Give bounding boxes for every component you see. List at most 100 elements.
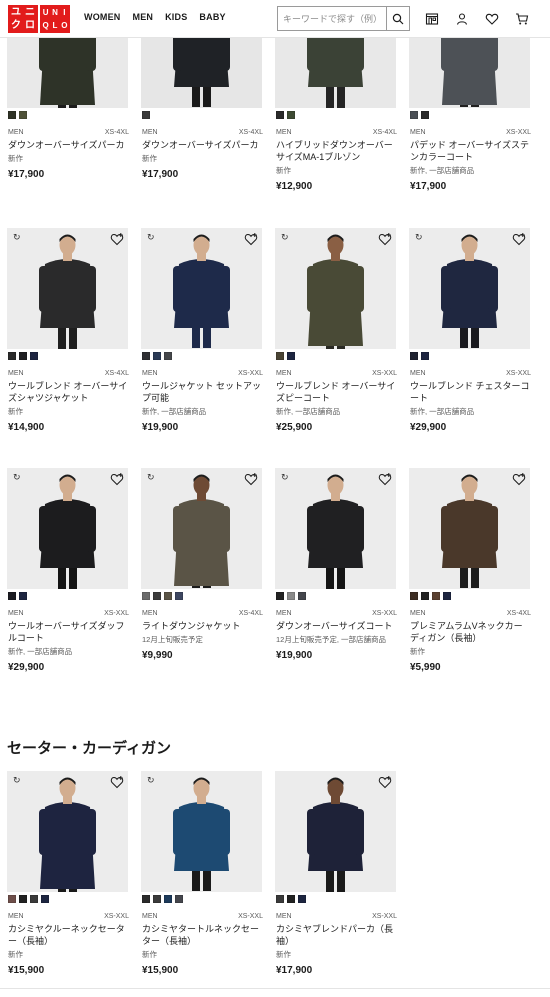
color-swatch[interactable] [276, 352, 284, 360]
color-swatch[interactable] [153, 592, 161, 600]
main-nav: WOMEN MEN KIDS BABY [84, 12, 226, 22]
color-swatch[interactable] [164, 352, 172, 360]
product-card[interactable]: MEN XS-4XL プレミアムラムVネックカーディガン（長袖） 新作 ¥5,9… [409, 468, 531, 688]
color-swatch[interactable] [153, 352, 161, 360]
color-swatch[interactable] [164, 895, 172, 903]
product-card[interactable]: ↻ MEN XS-4XL ライトダウンジャケット 12月上旬販売予定 ¥9,99… [141, 468, 263, 688]
color-swatch[interactable] [443, 592, 451, 600]
color-swatch[interactable] [287, 111, 295, 119]
product-name[interactable]: ダウンオーバーサイズコート [276, 620, 397, 632]
product-name[interactable]: パデッド オーバーサイズステンカラーコート [410, 139, 531, 163]
product-name[interactable]: ハイブリッドダウンオーバーサイズMA-1ブルゾン [276, 139, 397, 163]
color-swatch[interactable] [19, 111, 27, 119]
uniqlo-logo[interactable]: ユニ クロ UNI QLO [8, 5, 70, 33]
favorite-plus-icon[interactable] [378, 232, 392, 246]
favorite-plus-icon[interactable] [512, 232, 526, 246]
product-name[interactable]: ダウンオーバーサイズパーカ [142, 139, 263, 151]
product-name[interactable]: カシミヤタートルネックセーター（長袖） [142, 923, 263, 947]
search-button[interactable] [386, 7, 409, 30]
product-name[interactable]: カシミヤクルーネックセーター（長袖） [8, 923, 129, 947]
favorite-plus-icon[interactable] [110, 472, 124, 486]
color-swatch[interactable] [421, 111, 429, 119]
color-swatch[interactable] [142, 111, 150, 119]
favorite-plus-icon[interactable] [244, 232, 258, 246]
product-image[interactable] [141, 771, 262, 892]
product-card[interactable]: ↻ MEN XS-XXL ダウンオーバーサイズコート 12月上旬販売予定, 一部… [275, 468, 397, 688]
color-swatch[interactable] [8, 111, 16, 119]
product-name[interactable]: ウールブレンド オーバーサイズシャツジャケット [8, 380, 129, 404]
color-swatch[interactable] [142, 895, 150, 903]
product-card[interactable]: ↻ MEN XS-XXL ウールオーバーサイズダッフルコート 新作, 一部店舗商… [7, 468, 129, 688]
product-name[interactable]: ウールジャケット セットアップ可能 [142, 380, 263, 404]
product-name[interactable]: ダウンオーバーサイズパーカ [8, 139, 129, 151]
color-swatch[interactable] [8, 352, 16, 360]
color-swatch[interactable] [175, 592, 183, 600]
color-swatch[interactable] [298, 895, 306, 903]
color-swatch[interactable] [19, 352, 27, 360]
product-name[interactable]: ウールオーバーサイズダッフルコート [8, 620, 129, 644]
color-swatch[interactable] [142, 352, 150, 360]
product-image[interactable] [275, 228, 396, 349]
product-name[interactable]: プレミアムラムVネックカーディガン（長袖） [410, 620, 531, 644]
search-input[interactable] [278, 7, 386, 30]
color-swatch[interactable] [142, 592, 150, 600]
color-swatch[interactable] [276, 592, 284, 600]
color-swatch[interactable] [287, 895, 295, 903]
color-swatch[interactable] [19, 895, 27, 903]
heart-icon[interactable] [482, 9, 502, 29]
color-swatch[interactable] [276, 895, 284, 903]
color-swatch[interactable] [410, 592, 418, 600]
cart-icon[interactable] [512, 9, 532, 29]
color-swatch[interactable] [30, 895, 38, 903]
product-image[interactable] [141, 468, 262, 589]
product-card[interactable]: ↻ MEN XS-XXL ウールジャケット セットアップ可能 新作, 一部店舗商… [141, 228, 263, 448]
favorite-plus-icon[interactable] [512, 472, 526, 486]
favorite-plus-icon[interactable] [110, 775, 124, 789]
product-card[interactable]: ↻ MEN XS-XXL カシミヤタートルネックセーター（長袖） 新作 ¥15,… [141, 771, 263, 991]
favorite-plus-icon[interactable] [378, 775, 392, 789]
color-swatch[interactable] [421, 352, 429, 360]
color-swatch[interactable] [287, 352, 295, 360]
color-swatch[interactable] [410, 111, 418, 119]
color-swatch[interactable] [153, 895, 161, 903]
product-name[interactable]: ウールブレンド オーバーサイズピーコート [276, 380, 397, 404]
product-name[interactable]: ウールブレンド チェスターコート [410, 380, 531, 404]
color-swatch[interactable] [298, 592, 306, 600]
color-swatch[interactable] [276, 111, 284, 119]
product-image[interactable] [7, 468, 128, 589]
color-swatch[interactable] [410, 352, 418, 360]
product-image[interactable] [7, 771, 128, 892]
favorite-plus-icon[interactable] [244, 472, 258, 486]
product-card[interactable]: ↻ MEN XS-4XL ウールブレンド オーバーサイズシャツジャケット 新作 … [7, 228, 129, 448]
color-swatch[interactable] [30, 352, 38, 360]
product-image[interactable] [275, 771, 396, 892]
color-swatch[interactable] [175, 895, 183, 903]
product-card[interactable]: MEN XS-XXL カシミヤブレンドパーカ（長袖） 新作 ¥17,900 [275, 771, 397, 991]
product-image[interactable] [7, 228, 128, 349]
favorite-plus-icon[interactable] [378, 472, 392, 486]
product-image[interactable] [409, 228, 530, 349]
color-swatch[interactable] [287, 592, 295, 600]
product-card[interactable]: ↻ MEN XS-XXL カシミヤクルーネックセーター（長袖） 新作 ¥15,9… [7, 771, 129, 991]
nav-kids[interactable]: KIDS [165, 12, 187, 22]
product-image[interactable] [409, 468, 530, 589]
color-swatch[interactable] [8, 592, 16, 600]
product-card[interactable]: ↻ MEN XS-XXL ウールブレンド オーバーサイズピーコート 新作, 一部… [275, 228, 397, 448]
product-image[interactable] [141, 228, 262, 349]
store-icon[interactable] [422, 9, 442, 29]
color-swatch[interactable] [164, 592, 172, 600]
color-swatch[interactable] [432, 592, 440, 600]
color-swatch[interactable] [41, 895, 49, 903]
color-swatch[interactable] [8, 895, 16, 903]
account-icon[interactable] [452, 9, 472, 29]
nav-women[interactable]: WOMEN [84, 12, 121, 22]
nav-baby[interactable]: BABY [199, 12, 225, 22]
favorite-plus-icon[interactable] [110, 232, 124, 246]
nav-men[interactable]: MEN [133, 12, 154, 22]
color-swatch[interactable] [421, 592, 429, 600]
product-name[interactable]: ライトダウンジャケット [142, 620, 263, 632]
color-swatch[interactable] [19, 592, 27, 600]
product-name[interactable]: カシミヤブレンドパーカ（長袖） [276, 923, 397, 947]
product-image[interactable] [275, 468, 396, 589]
product-card[interactable]: ↻ MEN XS-XXL ウールブレンド チェスターコート 新作, 一部店舗商品… [409, 228, 531, 448]
